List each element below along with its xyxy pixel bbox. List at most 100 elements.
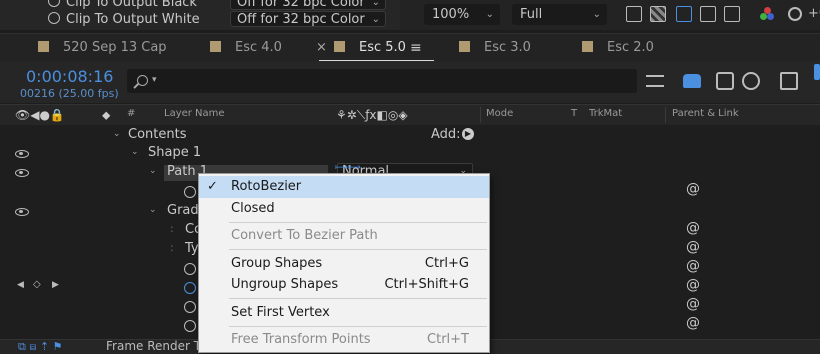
tab-menu-icon[interactable]: ≡ bbox=[410, 34, 422, 62]
menu-item-shortcut: Ctrl+Shift+G bbox=[384, 277, 469, 292]
property-label: Ty bbox=[185, 241, 199, 256]
label-tag-icon: ⬥ bbox=[102, 108, 111, 122]
av-features-icons: 👁◀●🔒 bbox=[15, 108, 65, 122]
eye-icon[interactable] bbox=[15, 169, 29, 177]
menu-item-ungroup-shapes[interactable]: Ungroup Shapes Ctrl+Shift+G bbox=[199, 274, 489, 296]
comp-swatch-icon bbox=[210, 41, 221, 52]
t-column-header: T bbox=[571, 108, 578, 119]
graph-editor-icon[interactable] bbox=[780, 72, 798, 90]
pick-whip-icon[interactable]: @ bbox=[686, 181, 700, 197]
clip-black-value: Off for 32 bpc Color bbox=[237, 0, 365, 10]
motion-blur-icon[interactable] bbox=[742, 72, 760, 90]
add-keyframe-icon[interactable]: ◇ bbox=[33, 279, 41, 290]
zoom-value: 100% bbox=[432, 7, 470, 22]
column-divider bbox=[665, 107, 666, 123]
stopwatch-icon[interactable] bbox=[48, 0, 60, 7]
comp-swatch-icon bbox=[334, 41, 345, 52]
frame-info: 00216 (25.00 fps) bbox=[20, 87, 119, 100]
chevron-down-icon: ▾ bbox=[152, 75, 157, 85]
path-context-menu: ✓ RotoBezier Closed Convert To Bezier Pa… bbox=[198, 173, 490, 353]
tab-label: Esc 3.0 bbox=[484, 40, 531, 55]
chevron-down-icon: ⌄ bbox=[485, 9, 494, 20]
eye-icon[interactable] bbox=[15, 208, 29, 216]
chevron-down-icon[interactable]: ⌄ bbox=[131, 147, 139, 157]
tab-label: Esc 4.0 bbox=[235, 40, 282, 55]
resolution-dropdown[interactable]: Full ⌄ bbox=[512, 4, 607, 25]
exposure-reset-icon[interactable] bbox=[788, 7, 802, 21]
tab-esc-4-0[interactable]: Esc 4.0 bbox=[210, 34, 282, 62]
chevron-down-icon: ⌄ bbox=[371, 14, 380, 25]
number-column-header: # bbox=[127, 108, 136, 119]
stopwatch-icon[interactable] bbox=[184, 320, 196, 332]
eye-icon[interactable] bbox=[15, 150, 29, 158]
footer-toggle-icons[interactable]: ⧉ ⧈ ⇡ ⚑ bbox=[18, 340, 62, 354]
tab-label: 520 Sep 13 Cap bbox=[63, 40, 167, 55]
menu-item-label: Set First Vertex bbox=[231, 305, 330, 320]
frame-render-time-label: Frame Render Ti bbox=[106, 339, 205, 353]
chevron-down-icon[interactable]: ⌄ bbox=[113, 129, 121, 139]
pick-whip-icon[interactable]: @ bbox=[686, 239, 700, 255]
menu-separator bbox=[229, 222, 487, 223]
previous-keyframe-icon[interactable]: ◀ bbox=[17, 280, 24, 290]
pick-whip-icon[interactable]: @ bbox=[686, 220, 700, 236]
transparency-grid-icon[interactable] bbox=[650, 6, 666, 22]
add-menu-icon[interactable]: ▶ bbox=[462, 128, 474, 140]
tab-esc-5-0[interactable]: Esc 5.0 bbox=[334, 34, 406, 62]
menu-item-label: Closed bbox=[231, 201, 275, 216]
menu-item-group-shapes[interactable]: Group Shapes Ctrl+G bbox=[199, 253, 489, 275]
tab-esc-2-0[interactable]: Esc 2.0 bbox=[582, 34, 654, 62]
guides-icon[interactable] bbox=[724, 6, 740, 22]
current-time-display[interactable]: 0:00:08:16 bbox=[26, 67, 113, 86]
pick-whip-icon[interactable]: @ bbox=[686, 296, 700, 312]
clip-white-value: Off for 32 bpc Color bbox=[237, 12, 365, 27]
zoom-dropdown[interactable]: 100% ⌄ bbox=[424, 4, 500, 25]
comp-swatch-icon bbox=[459, 41, 470, 52]
clip-black-label: Clip To Output Black bbox=[66, 0, 197, 10]
fast-preview-icon[interactable] bbox=[626, 6, 642, 22]
search-icon bbox=[137, 75, 148, 86]
menu-item-shortcut: Ctrl+G bbox=[424, 256, 469, 271]
next-keyframe-icon[interactable]: ▶ bbox=[52, 280, 59, 290]
stopwatch-icon[interactable] bbox=[184, 186, 196, 198]
menu-item-closed[interactable]: Closed bbox=[199, 198, 489, 220]
chevron-down-icon[interactable]: ⌄ bbox=[149, 166, 157, 176]
mask-visibility-icon[interactable] bbox=[676, 6, 692, 22]
layer-search-input[interactable]: ▾ bbox=[127, 69, 637, 93]
shape-1-row[interactable]: ⌄ Shape 1 Normal ⌄ bbox=[0, 144, 820, 180]
mode-column-header: Mode bbox=[486, 108, 514, 119]
menu-item-rotobezier[interactable]: ✓ RotoBezier bbox=[199, 176, 489, 198]
tab-esc-3-0[interactable]: Esc 3.0 bbox=[459, 34, 531, 62]
stopwatch-icon[interactable] bbox=[48, 12, 60, 24]
stopwatch-icon[interactable] bbox=[184, 301, 196, 313]
clip-white-label: Clip To Output White bbox=[66, 12, 200, 27]
contents-label: Contents bbox=[128, 127, 187, 142]
property-dots: : bbox=[170, 222, 174, 235]
effect-controls-strip: Clip To Output Black Off for 32 bpc Colo… bbox=[0, 0, 400, 30]
add-label: Add: bbox=[431, 127, 461, 142]
composition-flowchart-icon[interactable] bbox=[646, 75, 664, 87]
clip-black-dropdown[interactable]: Off for 32 bpc Color ⌄ bbox=[230, 0, 386, 10]
color-channels-icon[interactable] bbox=[760, 7, 774, 21]
close-tab-icon[interactable]: × bbox=[316, 34, 327, 62]
shy-layers-icon[interactable] bbox=[683, 74, 701, 88]
clip-white-row: Clip To Output White bbox=[48, 12, 200, 29]
stopwatch-icon[interactable] bbox=[184, 263, 196, 275]
menu-item-label: Ungroup Shapes bbox=[231, 277, 339, 292]
tab-520-sep-13-cap[interactable]: 520 Sep 13 Cap bbox=[38, 34, 167, 62]
menu-item-convert-to-bezier-path: Convert To Bezier Path bbox=[199, 225, 489, 247]
pick-whip-icon[interactable]: @ bbox=[686, 315, 700, 331]
pick-whip-icon[interactable]: @ bbox=[686, 277, 700, 293]
clip-white-dropdown[interactable]: Off for 32 bpc Color ⌄ bbox=[230, 11, 386, 27]
region-of-interest-icon[interactable] bbox=[700, 6, 716, 22]
contents-row[interactable]: ⌄ Contents Add: ▶ bbox=[0, 126, 820, 145]
layer-name-column-header[interactable]: Layer Name bbox=[164, 108, 225, 119]
chevron-down-icon: ⌄ bbox=[371, 0, 380, 8]
menu-item-label: RotoBezier bbox=[231, 179, 302, 194]
chevron-down-icon[interactable]: ⌄ bbox=[149, 205, 157, 215]
path-operator-icon[interactable]: ⟼⟼ bbox=[335, 163, 361, 173]
menu-item-set-first-vertex[interactable]: Set First Vertex bbox=[199, 302, 489, 324]
stopwatch-icon[interactable] bbox=[184, 282, 196, 294]
scrollbar-thumb[interactable] bbox=[814, 64, 820, 80]
pick-whip-icon[interactable]: @ bbox=[686, 258, 700, 274]
frame-blending-icon[interactable] bbox=[716, 72, 734, 90]
